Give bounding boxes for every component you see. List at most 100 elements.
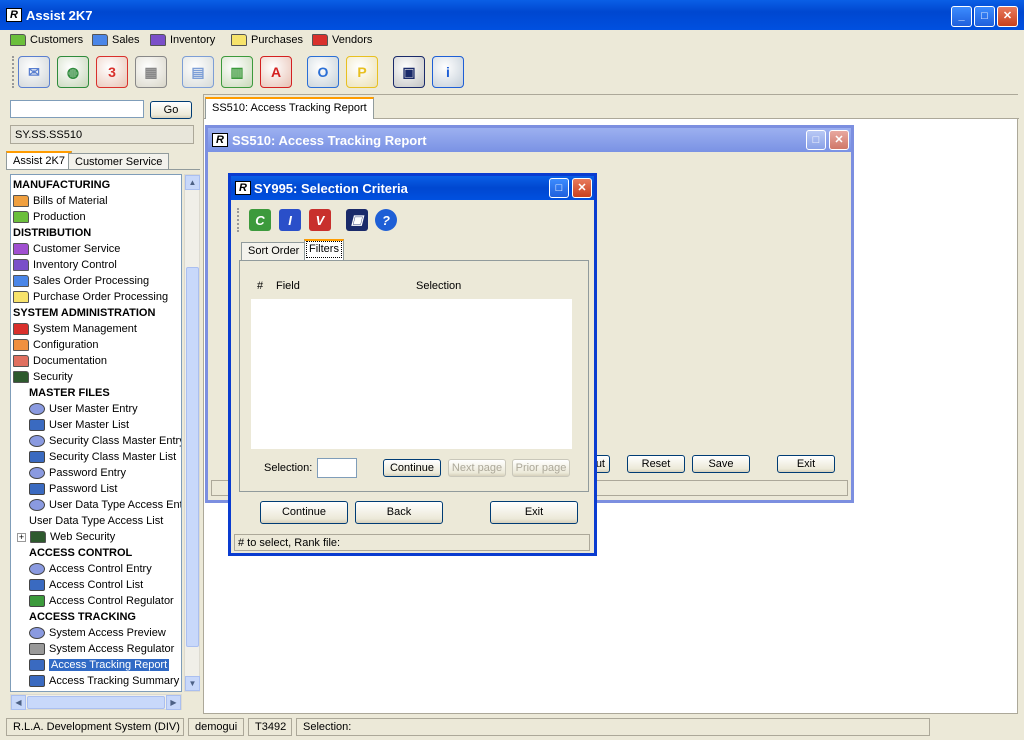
dialog-exit-button[interactable]: Exit	[490, 501, 578, 524]
hscroll-thumb[interactable]	[27, 696, 165, 709]
tree-item[interactable]: Security Class Master List	[29, 449, 176, 465]
search-input[interactable]	[10, 100, 144, 118]
list-icon	[29, 419, 45, 431]
menu-vendors[interactable]: Vendors	[312, 32, 372, 48]
tree-item-label: Access Control Regulator	[49, 595, 174, 607]
tree-item[interactable]: Production	[13, 209, 86, 225]
help-icon[interactable]: ?	[375, 209, 397, 231]
tree-item-label: Inventory Control	[33, 259, 117, 271]
navigation-tree[interactable]: MANUFACTURING Bills of Material Production…	[10, 174, 182, 692]
tree-item[interactable]: User Master List	[29, 417, 129, 433]
mail-icon[interactable]: ✉	[18, 56, 50, 88]
menu-label: Sales	[112, 34, 140, 46]
folder-icon	[13, 195, 29, 207]
go-button[interactable]: Go	[150, 101, 192, 119]
document-icon[interactable]: ▤	[182, 56, 214, 88]
status-terminal: T3492	[248, 718, 292, 736]
tree-item[interactable]: Customer Service	[13, 241, 120, 257]
selection-criteria-dialog: R SY995: Selection Criteria □ ✕ C I V ▣? So…	[228, 173, 597, 556]
dialog-maximize-button[interactable]: □	[549, 178, 569, 198]
tree-item[interactable]: Purchase Order Processing	[13, 289, 168, 305]
tree-item[interactable]: Password List	[29, 481, 117, 497]
tree-section-header: ACCESS CONTROL	[29, 545, 132, 561]
vertical-scrollbar[interactable]: ▲ ▼	[184, 174, 200, 692]
minimize-button[interactable]: _	[951, 6, 972, 27]
scroll-thumb[interactable]	[186, 267, 199, 647]
tree-item[interactable]: Configuration	[13, 337, 98, 353]
tree-item[interactable]: Security Class Master Entry	[29, 433, 182, 449]
calendar-icon[interactable]: 3	[96, 56, 128, 88]
tree-item[interactable]: System Access Regulator	[29, 641, 174, 657]
dialog-close-button[interactable]: ✕	[572, 178, 592, 198]
filter-continue-button[interactable]: Continue	[383, 459, 441, 477]
publisher-icon[interactable]: P	[346, 56, 378, 88]
tree-item[interactable]: Access Tracking Summary	[29, 673, 179, 689]
scroll-down-icon[interactable]: ▼	[185, 676, 200, 691]
image-icon[interactable]: ▣	[393, 56, 425, 88]
tree-item[interactable]: Inventory Control	[13, 257, 117, 273]
dialog-back-button[interactable]: Back	[355, 501, 443, 524]
regulator-icon	[29, 595, 45, 607]
tree-item[interactable]: Sales Order Processing	[13, 273, 149, 289]
selection-input[interactable]	[317, 458, 357, 478]
menu-customers[interactable]: Customers	[10, 32, 83, 48]
report-close-button[interactable]: ✕	[829, 130, 849, 150]
tree-item[interactable]: Access Control List	[29, 577, 143, 593]
tab-filters[interactable]: Filters	[304, 239, 344, 260]
tree-item[interactable]: Access Control Entry	[29, 561, 152, 577]
inquiry-icon[interactable]: I	[279, 209, 301, 231]
tree-item[interactable]: System Management	[13, 321, 137, 337]
horizontal-scrollbar[interactable]: ◀ ▶	[10, 694, 182, 710]
tab-customer-service[interactable]: Customer Service	[68, 153, 170, 169]
expand-icon[interactable]: +	[17, 532, 26, 542]
tree-item-label: System Access Regulator	[49, 643, 175, 655]
folder-icon	[13, 243, 29, 255]
view-icon[interactable]: V	[309, 209, 331, 231]
scroll-up-icon[interactable]: ▲	[185, 175, 200, 190]
continue-icon[interactable]: C	[249, 209, 271, 231]
calculator-icon[interactable]: ▦	[135, 56, 167, 88]
tree-item[interactable]: Access Tracking Purge	[29, 689, 162, 691]
report-icon[interactable]: ▥	[221, 56, 253, 88]
tab-assist-2k7[interactable]: Assist 2K7	[6, 151, 72, 169]
menu-inventory[interactable]: Inventory	[150, 32, 215, 48]
dialog-status: # to select, Rank file:	[234, 534, 590, 551]
tree-item[interactable]: System Access Preview	[29, 625, 166, 641]
app-logo-icon: R	[6, 8, 22, 22]
info-icon[interactable]: i	[432, 56, 464, 88]
menu-sales[interactable]: Sales	[92, 32, 140, 48]
report-reset-button[interactable]: Reset	[627, 455, 685, 473]
filter-list[interactable]	[251, 299, 572, 449]
image-icon[interactable]: ▣	[346, 209, 368, 231]
globe-icon[interactable]: ◍	[57, 56, 89, 88]
tab-ss510[interactable]: SS510: Access Tracking Report	[205, 97, 374, 119]
tree-section-header: ACCESS TRACKING	[29, 609, 136, 625]
tree-item[interactable]: Password Entry	[29, 465, 126, 481]
outlook-icon[interactable]: O	[307, 56, 339, 88]
report-save-button[interactable]: Save	[692, 455, 750, 473]
tree-item-label: MANUFACTURING	[13, 179, 111, 191]
tree-item[interactable]: User Data Type Access List	[29, 513, 163, 529]
tab-sort-order[interactable]: Sort Order	[241, 242, 307, 260]
tree-item[interactable]: Documentation	[13, 353, 107, 369]
tree-item-label: Security	[33, 371, 73, 383]
tree-item-label: Access Tracking Report	[49, 659, 170, 671]
acrobat-icon[interactable]: A	[260, 56, 292, 88]
tree-item[interactable]: User Master Entry	[29, 401, 138, 417]
close-button[interactable]: ✕	[997, 6, 1018, 27]
report-maximize-button[interactable]: □	[806, 130, 826, 150]
tree-item[interactable]: Security	[13, 369, 73, 385]
dialog-continue-button[interactable]: Continue	[260, 501, 348, 524]
tree-item[interactable]: User Data Type Access Entry	[29, 497, 181, 513]
tree-item[interactable]: Access Tracking Report	[29, 657, 170, 673]
scroll-right-icon[interactable]: ▶	[166, 695, 181, 710]
tree-item-label: Security Class Master Entry	[49, 435, 182, 447]
maximize-button[interactable]: □	[974, 6, 995, 27]
tree-item[interactable]: + Web Security	[17, 529, 115, 545]
menu-purchases[interactable]: Purchases	[231, 32, 303, 48]
scroll-left-icon[interactable]: ◀	[11, 695, 26, 710]
toolbar-grip	[12, 56, 16, 88]
tree-item[interactable]: Bills of Material	[13, 193, 108, 209]
tree-item[interactable]: Access Control Regulator	[29, 593, 174, 609]
report-exit-button[interactable]: Exit	[777, 455, 835, 473]
